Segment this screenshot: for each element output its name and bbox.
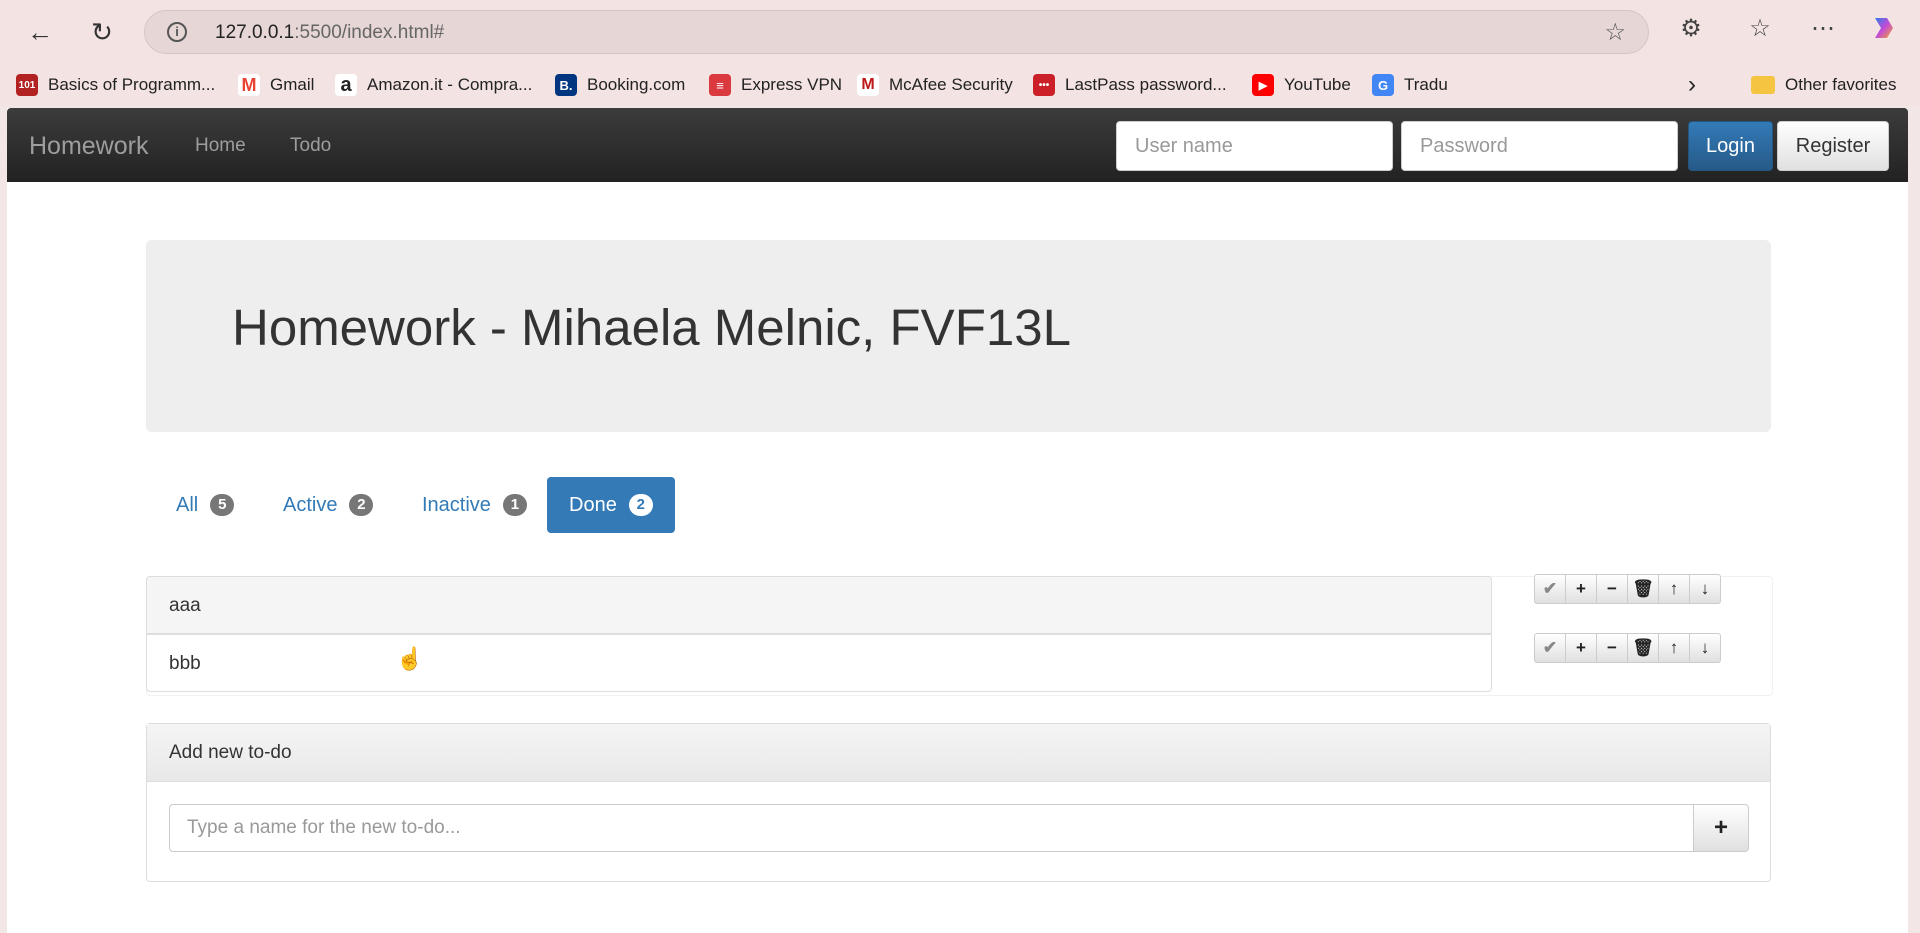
- reload-icon[interactable]: ↻: [86, 16, 118, 48]
- bookmark-booking[interactable]: B. Booking.com: [555, 72, 685, 98]
- lastpass-icon: •••: [1033, 74, 1055, 96]
- other-favorites-folder[interactable]: Other favorites: [1751, 72, 1897, 98]
- page-title: Homework - Mihaela Melnic, FVF13L: [232, 299, 1071, 356]
- plus-icon[interactable]: +: [1565, 633, 1597, 663]
- back-icon[interactable]: ←: [24, 16, 56, 48]
- nav-link-home[interactable]: Home: [195, 135, 246, 157]
- count-badge: 2: [628, 494, 653, 516]
- address-bar[interactable]: i 127.0.0.1:5500/index.html# ☆: [144, 10, 1649, 54]
- top-navbar: Homework Home Todo Login Register: [7, 108, 1908, 182]
- bookmark-gmail[interactable]: M Gmail: [238, 72, 314, 98]
- browser-toolbar: ← ↻ i 127.0.0.1:5500/index.html# ☆ ⚙ ☆ ⋯: [0, 0, 1920, 64]
- jumbotron: Homework - Mihaela Melnic, FVF13L: [146, 240, 1771, 432]
- add-todo-panel: Add new to-do +: [146, 723, 1771, 882]
- tab-inactive[interactable]: Inactive 1: [400, 477, 549, 533]
- count-badge: 1: [502, 494, 527, 516]
- trash-icon[interactable]: 🗑: [1627, 633, 1659, 663]
- add-todo-button[interactable]: +: [1693, 804, 1749, 852]
- minus-icon[interactable]: −: [1596, 574, 1628, 604]
- tab-done[interactable]: Done 2: [547, 477, 675, 533]
- arrow-down-icon[interactable]: ↓: [1689, 633, 1721, 663]
- bookmark-favicon: 101: [16, 74, 38, 96]
- booking-icon: B.: [555, 74, 577, 96]
- navbar-brand[interactable]: Homework: [29, 132, 148, 161]
- mcafee-icon: M: [857, 74, 879, 96]
- arrow-down-icon[interactable]: ↓: [1689, 574, 1721, 604]
- tab-active[interactable]: Active 2: [261, 477, 395, 533]
- arrow-up-icon[interactable]: ↑: [1658, 633, 1690, 663]
- web-page: Homework Home Todo Login Register Homewo…: [7, 108, 1908, 933]
- check-icon[interactable]: ✔: [1534, 633, 1566, 663]
- site-info-icon[interactable]: i: [167, 22, 187, 42]
- mouse-pointer-icon: ☝: [396, 646, 424, 671]
- todo-item[interactable]: aaa: [146, 576, 1492, 634]
- tab-all[interactable]: All 5: [154, 477, 256, 533]
- new-todo-input[interactable]: [169, 804, 1694, 852]
- bookmark-tradu[interactable]: G Tradu: [1372, 72, 1448, 98]
- count-badge: 2: [349, 494, 374, 516]
- expressvpn-icon: ≡: [709, 74, 731, 96]
- url-text: 127.0.0.1:5500/index.html#: [215, 22, 445, 43]
- panel-heading: Add new to-do: [147, 724, 1770, 782]
- gmail-icon: M: [238, 74, 260, 96]
- favorite-star-icon[interactable]: ☆: [1604, 18, 1626, 47]
- extensions-icon[interactable]: ⚙: [1674, 14, 1708, 43]
- youtube-icon: ▶: [1252, 74, 1274, 96]
- arrow-up-icon[interactable]: ↑: [1658, 574, 1690, 604]
- plus-icon[interactable]: +: [1565, 574, 1597, 604]
- bookmarks-bar: 101 Basics of Programm... M Gmail a Amaz…: [0, 64, 1920, 106]
- todo-actions: ✔ + − 🗑 ↑ ↓: [1534, 633, 1721, 663]
- more-menu-icon[interactable]: ⋯: [1806, 14, 1840, 43]
- trash-icon[interactable]: 🗑: [1627, 574, 1659, 604]
- tab-label: All: [176, 493, 199, 516]
- count-badge: 5: [210, 494, 235, 516]
- todo-name: aaa: [169, 595, 201, 616]
- tab-label: Active: [283, 493, 338, 516]
- bookmarks-overflow-chevron-icon[interactable]: ›: [1688, 71, 1696, 98]
- password-input[interactable]: [1401, 121, 1678, 171]
- amazon-icon: a: [335, 74, 357, 96]
- bookmark-lastpass[interactable]: ••• LastPass password...: [1033, 72, 1227, 98]
- translate-icon: G: [1372, 74, 1394, 96]
- todo-item[interactable]: bbb: [146, 634, 1492, 692]
- minus-icon[interactable]: −: [1596, 633, 1628, 663]
- copilot-icon[interactable]: [1866, 14, 1900, 49]
- login-button[interactable]: Login: [1688, 121, 1773, 171]
- bookmark-youtube[interactable]: ▶ YouTube: [1252, 72, 1351, 98]
- bookmark-expressvpn[interactable]: ≡ Express VPN: [709, 72, 842, 98]
- folder-icon: [1751, 76, 1775, 94]
- tab-label: Inactive: [422, 493, 491, 516]
- username-input[interactable]: [1116, 121, 1393, 171]
- nav-link-todo[interactable]: Todo: [290, 135, 331, 157]
- todo-name: bbb: [169, 653, 201, 674]
- bookmark-mcafee[interactable]: M McAfee Security: [857, 72, 1013, 98]
- favorites-icon[interactable]: ☆: [1743, 14, 1777, 43]
- check-icon[interactable]: ✔: [1534, 574, 1566, 604]
- tab-label: Done: [569, 493, 617, 516]
- todo-actions: ✔ + − 🗑 ↑ ↓: [1534, 574, 1721, 604]
- bookmark-amazon[interactable]: a Amazon.it - Compra...: [335, 72, 532, 98]
- register-button[interactable]: Register: [1777, 121, 1889, 171]
- plus-icon: +: [1713, 814, 1728, 841]
- bookmark-basics-programming[interactable]: 101 Basics of Programm...: [16, 72, 215, 98]
